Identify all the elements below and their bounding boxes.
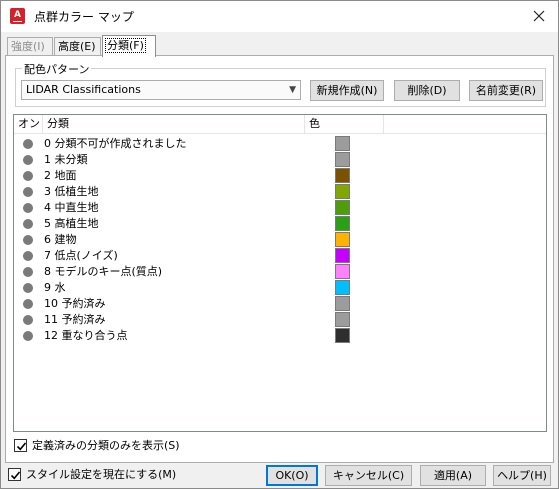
color-scheme-group: 配色パターン LIDAR Classifications ▼ 新規作成(N) 削…	[15, 61, 546, 107]
visibility-toggle-dot[interactable]	[23, 299, 33, 309]
ok-button[interactable]: OK(O)	[266, 465, 318, 486]
color-swatch[interactable]	[335, 152, 350, 167]
visibility-toggle-dot[interactable]	[23, 315, 33, 325]
column-classification-header[interactable]: 分類	[43, 115, 305, 134]
color-scheme-legend: 配色パターン	[22, 61, 92, 77]
help-button[interactable]: ヘルプ(H)	[493, 465, 551, 486]
title-bar: A 点群カラー マップ	[1, 1, 558, 32]
checkmark-icon	[10, 471, 21, 480]
cancel-button[interactable]: キャンセル(C)	[325, 465, 412, 486]
classification-label: 2 地面	[44, 169, 77, 182]
new-scheme-button[interactable]: 新規作成(N)	[310, 80, 384, 101]
color-scheme-value: LIDAR Classifications	[26, 83, 141, 96]
visibility-toggle-dot[interactable]	[23, 155, 33, 165]
column-on-header[interactable]: オン	[14, 115, 43, 134]
color-swatch[interactable]	[335, 328, 350, 343]
color-scheme-select[interactable]: LIDAR Classifications ▼	[21, 80, 301, 100]
show-defined-only-checkbox[interactable]	[14, 439, 27, 452]
table-row[interactable]: 11 予約済み	[14, 312, 546, 328]
show-defined-only-label: 定義済みの分類のみを表示(S)	[32, 439, 180, 452]
table-row[interactable]: 0 分類不可が作成されました	[14, 136, 546, 152]
close-button[interactable]	[528, 5, 550, 27]
autocad-app-icon: A	[10, 8, 25, 24]
classification-list[interactable]: オン 分類 色 0 分類不可が作成されました 1 未分類 2 地面 3 低植生地 4 中…	[13, 114, 547, 432]
classification-label: 5 高植生地	[44, 217, 99, 230]
set-style-current-label: スタイル設定を現在にする(M)	[26, 468, 177, 481]
classification-label: 11 予約済み	[44, 313, 106, 326]
table-row[interactable]: 6 建物	[14, 232, 546, 248]
classification-label: 10 予約済み	[44, 297, 106, 310]
close-icon	[533, 10, 545, 22]
classification-label: 8 モデルのキー点(質点)	[44, 265, 163, 278]
color-swatch[interactable]	[335, 184, 350, 199]
visibility-toggle-dot[interactable]	[23, 235, 33, 245]
visibility-toggle-dot[interactable]	[23, 171, 33, 181]
classification-label: 9 水	[44, 281, 66, 294]
color-swatch[interactable]	[335, 136, 350, 151]
classification-label: 3 低植生地	[44, 185, 99, 198]
table-row[interactable]: 8 モデルのキー点(質点)	[14, 264, 546, 280]
point-cloud-color-map-dialog: A 点群カラー マップ 強度(I) 高度(E) 分類(F) 配色パターン LID…	[0, 0, 559, 489]
color-swatch[interactable]	[335, 280, 350, 295]
visibility-toggle-dot[interactable]	[23, 187, 33, 197]
color-swatch[interactable]	[335, 296, 350, 311]
classification-label: 6 建物	[44, 233, 77, 246]
table-row[interactable]: 4 中直生地	[14, 200, 546, 216]
color-swatch[interactable]	[335, 216, 350, 231]
color-swatch[interactable]	[335, 200, 350, 215]
chevron-down-icon: ▼	[289, 85, 296, 95]
table-row[interactable]: 7 低点(ノイズ)	[14, 248, 546, 264]
visibility-toggle-dot[interactable]	[23, 219, 33, 229]
table-row[interactable]: 3 低植生地	[14, 184, 546, 200]
classification-label: 1 未分類	[44, 153, 88, 166]
visibility-toggle-dot[interactable]	[23, 267, 33, 277]
visibility-toggle-dot[interactable]	[23, 283, 33, 293]
color-swatch[interactable]	[335, 312, 350, 327]
table-row[interactable]: 12 重なり合う点	[14, 328, 546, 344]
tab-intensity[interactable]: 強度(I)	[7, 37, 53, 56]
set-style-current-checkbox[interactable]	[8, 468, 21, 481]
classification-label: 12 重なり合う点	[44, 329, 128, 342]
apply-button[interactable]: 適用(A)	[420, 465, 486, 486]
color-swatch[interactable]	[335, 264, 350, 279]
visibility-toggle-dot[interactable]	[23, 203, 33, 213]
checkmark-icon	[16, 442, 27, 451]
visibility-toggle-dot[interactable]	[23, 251, 33, 261]
column-color-header[interactable]: 色	[305, 115, 384, 134]
visibility-toggle-dot[interactable]	[23, 331, 33, 341]
rename-scheme-button[interactable]: 名前変更(R)	[469, 80, 543, 101]
color-swatch[interactable]	[335, 168, 350, 183]
tab-classification[interactable]: 分類(F)	[102, 35, 156, 57]
visibility-toggle-dot[interactable]	[23, 139, 33, 149]
table-row[interactable]: 10 予約済み	[14, 296, 546, 312]
delete-scheme-button[interactable]: 削除(D)	[394, 80, 460, 101]
color-swatch[interactable]	[335, 232, 350, 247]
classification-label: 0 分類不可が作成されました	[44, 137, 187, 150]
window-title: 点群カラー マップ	[34, 10, 134, 24]
classification-label: 4 中直生地	[44, 201, 99, 214]
classification-panel: 配色パターン LIDAR Classifications ▼ 新規作成(N) 削…	[5, 55, 554, 463]
table-row[interactable]: 5 高植生地	[14, 216, 546, 232]
table-row[interactable]: 9 水	[14, 280, 546, 296]
color-swatch[interactable]	[335, 248, 350, 263]
list-header: オン 分類 色	[14, 115, 546, 134]
tab-elevation[interactable]: 高度(E)	[54, 37, 101, 56]
table-row[interactable]: 1 未分類	[14, 152, 546, 168]
classification-label: 7 低点(ノイズ)	[44, 249, 118, 262]
table-row[interactable]: 2 地面	[14, 168, 546, 184]
